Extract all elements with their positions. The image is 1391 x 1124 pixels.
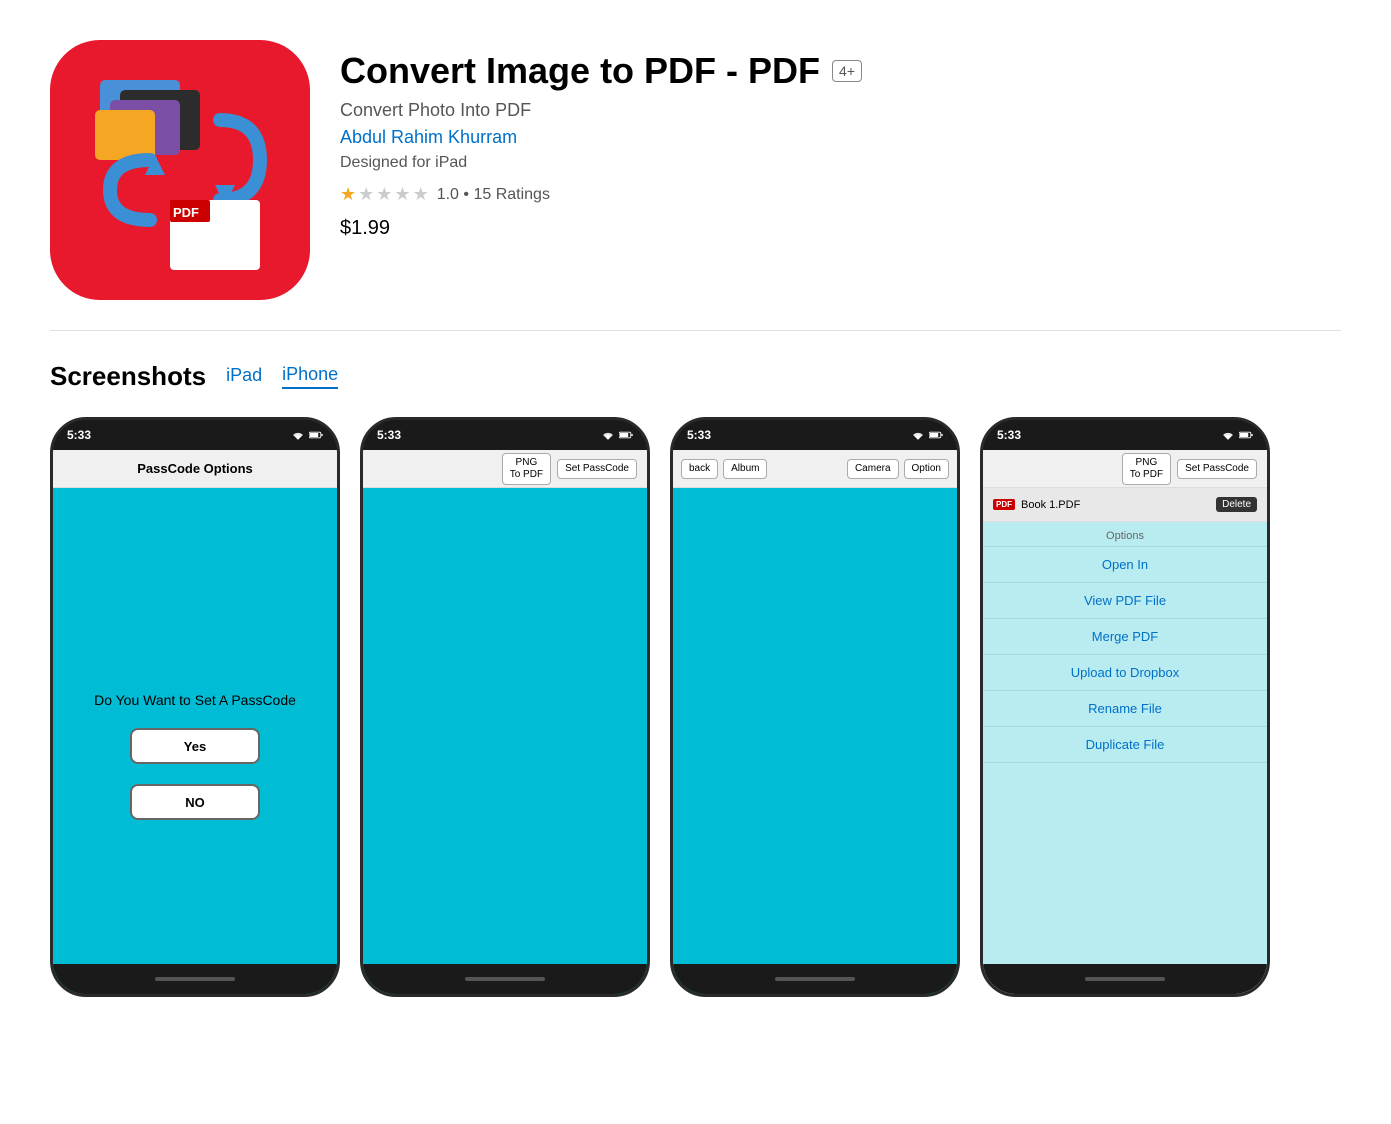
battery-icon-4 — [1239, 430, 1253, 440]
album-btn[interactable]: Album — [723, 459, 767, 479]
option-view-pdf[interactable]: View PDF File — [983, 583, 1267, 619]
option-rename-file[interactable]: Rename File — [983, 691, 1267, 727]
phone-bottom-4 — [983, 964, 1267, 994]
option-upload-dropbox[interactable]: Upload to Dropbox — [983, 655, 1267, 691]
screen3-topbar: back Album Camera Option — [673, 450, 957, 488]
phone-time-2: 5:33 — [377, 428, 401, 442]
star-4: ★ — [394, 184, 410, 205]
screenshots-grid: 5:33 PassCode Options Do You Want to Set… — [50, 417, 1341, 997]
star-rating: ★ ★ ★ ★ ★ — [340, 184, 429, 205]
screen2-body — [363, 488, 647, 997]
screen1-title: PassCode Options — [137, 461, 253, 476]
rating-count: 15 Ratings — [473, 186, 550, 203]
rating-text: 1.0 • 15 Ratings — [437, 186, 550, 204]
home-indicator-2 — [465, 977, 545, 981]
battery-icon-2 — [619, 430, 633, 440]
phone-status-3 — [911, 430, 943, 440]
wifi-icon-2 — [601, 430, 615, 440]
svg-text:PDF: PDF — [173, 205, 199, 220]
png-to-pdf-btn-4[interactable]: PNG To PDF — [1122, 453, 1171, 485]
phone-notch-3: 5:33 — [673, 420, 957, 450]
tab-iphone[interactable]: iPhone — [282, 364, 338, 389]
star-5: ★ — [413, 184, 429, 205]
wifi-icon-3 — [911, 430, 925, 440]
phone-notch-2: 5:33 — [363, 420, 647, 450]
home-indicator-1 — [155, 977, 235, 981]
phone-status-2 — [601, 430, 633, 440]
png-to-pdf-btn-2[interactable]: PNG To PDF — [502, 453, 551, 485]
app-developer[interactable]: Abdul Rahim Khurram — [340, 127, 862, 148]
phone-screen-2: PNG To PDF Set PassCode — [363, 450, 647, 997]
star-3: ★ — [376, 184, 392, 205]
option-open-in[interactable]: Open In — [983, 547, 1267, 583]
phone-time-4: 5:33 — [997, 428, 1021, 442]
screenshot-phone-2: 5:33 PNG To PDF Set PassCode — [360, 417, 650, 997]
app-header: PDF Convert Image to PDF - PDF 4+ Conver… — [0, 0, 1391, 330]
no-button[interactable]: NO — [130, 784, 260, 820]
screenshots-header: Screenshots iPad iPhone — [50, 361, 1341, 392]
file-row: PDF Book 1.PDF Delete — [983, 488, 1267, 522]
tab-ipad[interactable]: iPad — [226, 365, 262, 388]
phone-screen-3: back Album Camera Option — [673, 450, 957, 997]
pdf-file-icon: PDF — [993, 499, 1015, 510]
set-passcode-btn-4[interactable]: Set PassCode — [1177, 459, 1257, 479]
screen1-content: Do You Want to Set A PassCode Yes NO — [53, 488, 337, 997]
star-1: ★ — [340, 184, 356, 205]
rating-value: 1.0 — [437, 186, 459, 203]
phone-time-1: 5:33 — [67, 428, 91, 442]
camera-btn[interactable]: Camera — [847, 459, 899, 479]
screen4-topbar: PNG To PDF Set PassCode — [983, 450, 1267, 488]
passcode-question: Do You Want to Set A PassCode — [94, 692, 296, 708]
app-designed-for: Designed for iPad — [340, 154, 862, 172]
phone-bottom-1 — [53, 964, 337, 994]
home-indicator-4 — [1085, 977, 1165, 981]
file-name: Book 1.PDF — [1021, 499, 1080, 511]
screenshot-phone-1: 5:33 PassCode Options Do You Want to Set… — [50, 417, 340, 997]
wifi-icon-4 — [1221, 430, 1235, 440]
option-merge-pdf[interactable]: Merge PDF — [983, 619, 1267, 655]
battery-icon-3 — [929, 430, 943, 440]
screen2-topbar: PNG To PDF Set PassCode — [363, 450, 647, 488]
screenshot-phone-3: 5:33 back Album Camera Option — [670, 417, 960, 997]
screen3-body — [673, 488, 957, 997]
screenshots-section: Screenshots iPad iPhone 5:33 PassCode Op… — [0, 331, 1391, 1027]
app-info: Convert Image to PDF - PDF 4+ Convert Ph… — [340, 40, 862, 240]
star-2: ★ — [358, 184, 374, 205]
app-price: $1.99 — [340, 217, 862, 240]
file-info: PDF Book 1.PDF — [993, 499, 1080, 511]
age-badge: 4+ — [832, 60, 862, 82]
back-btn[interactable]: back — [681, 459, 718, 479]
app-title-row: Convert Image to PDF - PDF 4+ — [340, 50, 862, 92]
battery-icon-1 — [309, 430, 323, 440]
home-indicator-3 — [775, 977, 855, 981]
screenshot-phone-4: 5:33 PNG To PDF Set PassCode PDF — [980, 417, 1270, 997]
rating-row: ★ ★ ★ ★ ★ 1.0 • 15 Ratings — [340, 184, 862, 205]
options-panel-title: Options — [983, 522, 1267, 547]
phone-status-4 — [1221, 430, 1253, 440]
rating-separator: • — [463, 186, 473, 203]
phone-bottom-3 — [673, 964, 957, 994]
phone-screen-1: PassCode Options Do You Want to Set A Pa… — [53, 450, 337, 997]
delete-button[interactable]: Delete — [1216, 497, 1257, 512]
options-btn[interactable]: Option — [904, 459, 949, 479]
phone-status-1 — [291, 430, 323, 440]
option-duplicate-file[interactable]: Duplicate File — [983, 727, 1267, 763]
phone-notch-1: 5:33 — [53, 420, 337, 450]
app-icon: PDF — [50, 40, 310, 300]
phone-bottom-2 — [363, 964, 647, 994]
screen1-topbar: PassCode Options — [53, 450, 337, 488]
app-subtitle: Convert Photo Into PDF — [340, 100, 862, 121]
screenshots-label: Screenshots — [50, 361, 206, 392]
wifi-icon-1 — [291, 430, 305, 440]
yes-button[interactable]: Yes — [130, 728, 260, 764]
options-panel: Options Open In View PDF File Merge PDF … — [983, 522, 1267, 997]
phone-time-3: 5:33 — [687, 428, 711, 442]
set-passcode-btn-2[interactable]: Set PassCode — [557, 459, 637, 479]
app-title: Convert Image to PDF - PDF — [340, 50, 820, 92]
phone-screen-4: PNG To PDF Set PassCode PDF Book 1.PDF D… — [983, 450, 1267, 997]
phone-notch-4: 5:33 — [983, 420, 1267, 450]
